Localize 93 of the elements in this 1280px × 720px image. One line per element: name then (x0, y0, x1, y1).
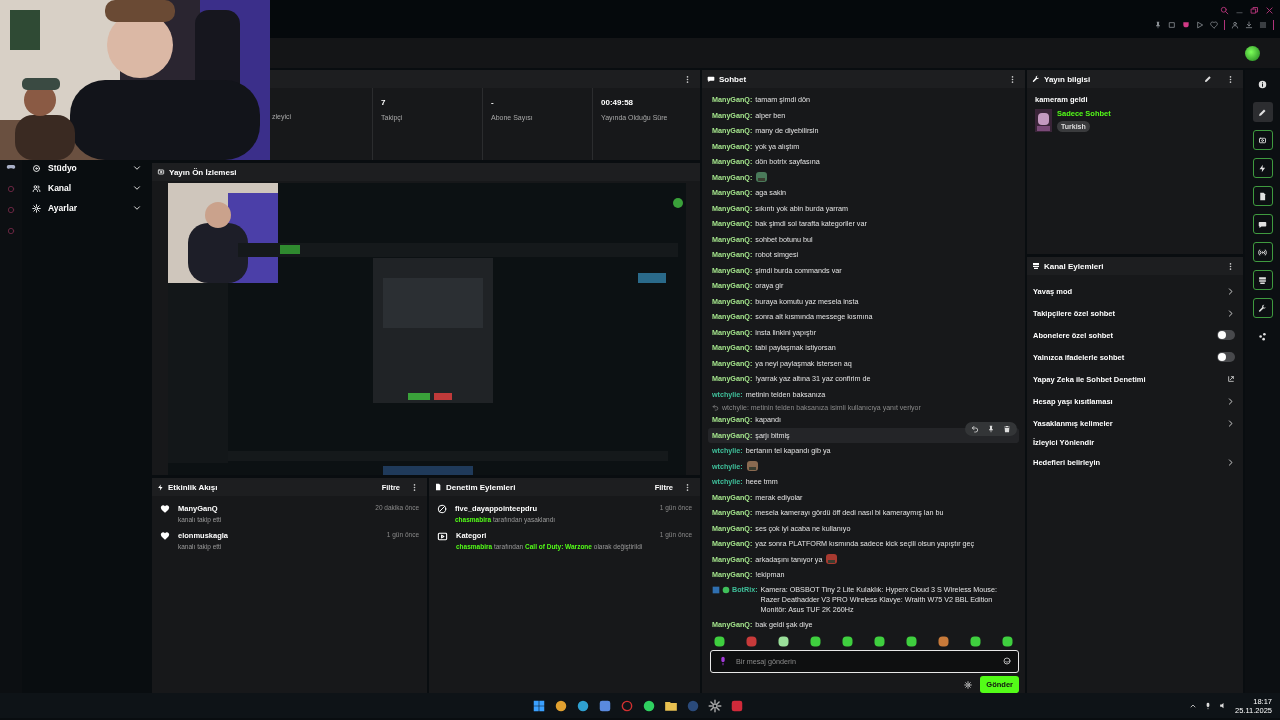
emote-icon (745, 460, 759, 473)
settings-icon (32, 203, 41, 213)
emote-icon[interactable] (874, 636, 885, 647)
rail-button[interactable] (1252, 242, 1273, 262)
rail-button[interactable] (1252, 186, 1273, 206)
broadcast-icon (1258, 247, 1267, 257)
chevron-right-icon (1226, 396, 1235, 406)
browser-icon[interactable] (554, 698, 568, 713)
emote-icon[interactable] (842, 636, 853, 647)
camera-icon (1258, 135, 1267, 145)
share-icon (1258, 331, 1267, 341)
emote-icon[interactable] (714, 636, 725, 647)
chevron-right-icon (1226, 457, 1235, 467)
microphone-icon[interactable] (1204, 701, 1212, 710)
rail-button[interactable] (1252, 298, 1273, 318)
document-icon (1258, 191, 1267, 201)
stat-value: 7 (381, 98, 387, 107)
bolt-icon (1258, 163, 1267, 173)
app-icon[interactable] (730, 698, 744, 713)
search-icon[interactable] (1220, 6, 1229, 15)
gamepad-icon[interactable] (6, 162, 16, 172)
moderator-badge-icon (712, 585, 720, 594)
gear-icon[interactable] (708, 698, 722, 713)
external-link-icon (1227, 375, 1235, 384)
crop-icon[interactable] (1168, 21, 1176, 29)
emote-icon[interactable] (810, 636, 821, 647)
chat-icon (707, 75, 715, 83)
info-icon (1258, 79, 1267, 89)
sidebar-item[interactable]: Stüdyo (32, 158, 142, 178)
target-icon (32, 163, 41, 173)
people-icon (32, 183, 41, 193)
panel-title: Sohbet (719, 74, 747, 84)
rail-button[interactable] (1252, 158, 1273, 178)
pin-icon[interactable] (987, 424, 995, 433)
camera-icon (157, 168, 165, 176)
panel-title: Denetim Eylemleri (446, 482, 516, 492)
toggle-switch[interactable] (1217, 330, 1235, 341)
music-icon[interactable] (642, 698, 656, 713)
chat-icon (1258, 219, 1267, 229)
profile-icon[interactable] (1231, 21, 1239, 29)
wrench-icon (1032, 75, 1040, 83)
heart-icon (160, 531, 170, 541)
toggle-switch[interactable] (1217, 352, 1235, 363)
browser-icon[interactable] (620, 698, 634, 713)
sidebar-item[interactable]: Ayarlar (32, 198, 142, 218)
edit-icon[interactable] (1204, 75, 1212, 83)
document-icon (434, 483, 442, 491)
sidebar-item[interactable]: Kanal (32, 178, 142, 198)
emote-icon[interactable] (906, 636, 917, 647)
store-icon[interactable] (598, 698, 612, 713)
emoji-icon[interactable] (1003, 657, 1011, 665)
edit-icon (1258, 107, 1267, 117)
layout-icon (1258, 275, 1267, 285)
restore-icon[interactable] (1250, 6, 1259, 15)
ban-icon (437, 504, 447, 514)
pin-icon[interactable] (1154, 21, 1162, 29)
delete-icon[interactable] (1003, 424, 1011, 433)
play-icon[interactable] (1196, 21, 1204, 29)
rail-button[interactable] (1252, 130, 1273, 150)
reply-icon (712, 403, 719, 411)
verified-badge-icon (722, 585, 730, 594)
settings-icon[interactable] (964, 680, 973, 689)
download-icon[interactable] (1245, 21, 1253, 29)
emote-icon (825, 553, 839, 566)
chevron-right-icon (1226, 286, 1235, 296)
wrench-icon (1258, 303, 1267, 313)
rail-button[interactable] (1252, 270, 1273, 290)
heart-icon (160, 504, 170, 514)
layout-icon (1032, 262, 1040, 271)
emote-icon[interactable] (778, 636, 789, 647)
windows-icon[interactable] (532, 698, 546, 713)
video-icon (437, 531, 448, 542)
heart-icon[interactable] (1210, 21, 1218, 29)
panel-title: Yayın bilgisi (1044, 74, 1091, 84)
chevron-right-icon (1226, 308, 1235, 318)
panel-title: Yayın Ön İzlemesi (169, 167, 237, 177)
emote-icon[interactable] (1002, 636, 1013, 647)
chevron-right-icon (1226, 418, 1235, 428)
close-icon[interactable] (1265, 6, 1274, 15)
browser-icon[interactable] (576, 698, 590, 713)
rail-button[interactable] (1252, 214, 1273, 234)
pocket-icon[interactable] (1182, 21, 1190, 29)
emote-icon[interactable] (938, 636, 949, 647)
emote-icon[interactable] (970, 636, 981, 647)
emote-icon (755, 171, 769, 184)
rail-button[interactable] (1252, 102, 1273, 122)
bolt-icon (157, 483, 164, 491)
panel-title: Kanal Eylemleri (1044, 261, 1104, 271)
stat-value: 00:49:58 (601, 98, 635, 107)
stat-value: - (491, 98, 495, 107)
avatar-icon[interactable] (1245, 45, 1260, 61)
panel-title: Etkinlik Akışı (168, 482, 218, 492)
reply-icon[interactable] (971, 424, 979, 433)
